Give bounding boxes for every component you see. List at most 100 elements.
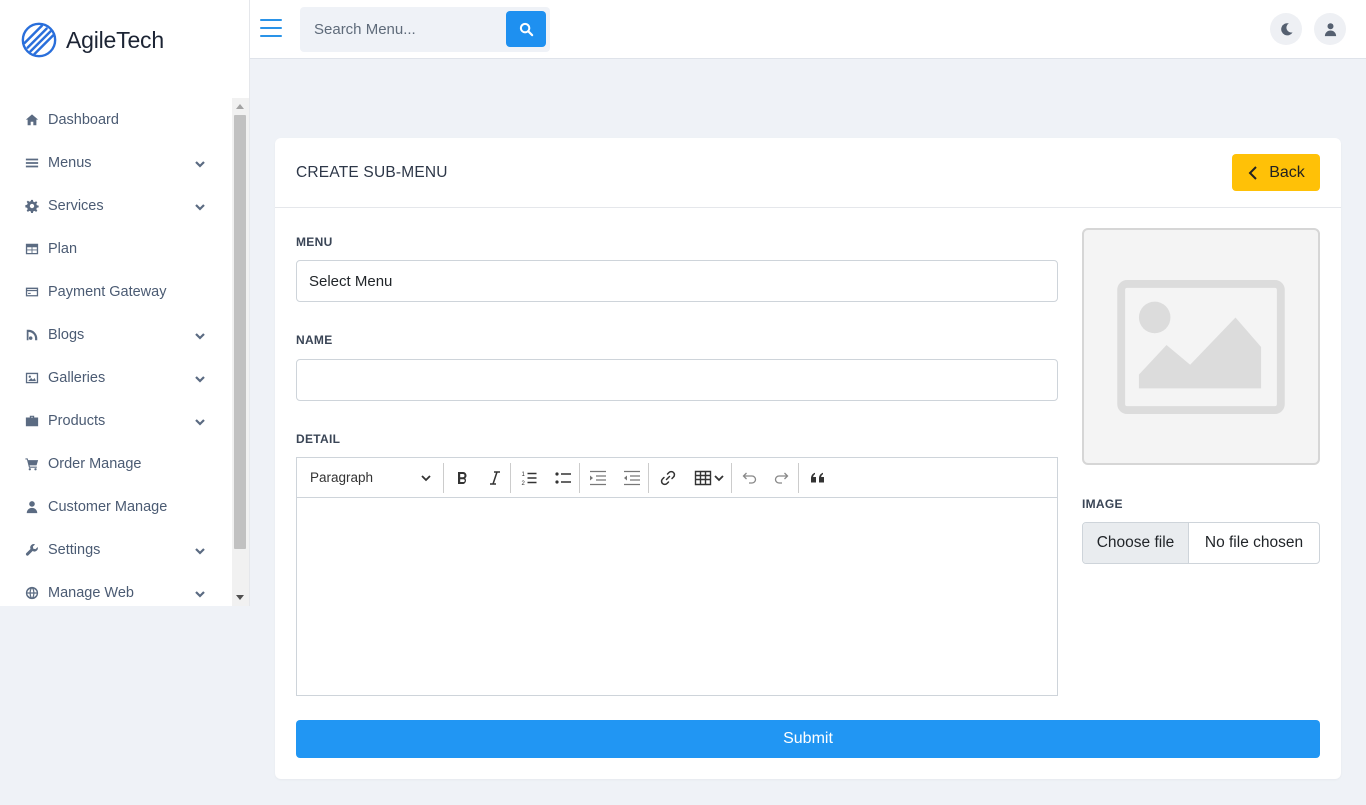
detail-label: DETAIL <box>296 432 341 446</box>
user-menu-button[interactable] <box>1314 13 1346 45</box>
sidebar-toggle-icon[interactable] <box>260 19 282 39</box>
svg-text:1: 1 <box>522 472 526 478</box>
increase-indent-button[interactable] <box>580 458 616 498</box>
cart-icon <box>24 456 40 472</box>
bold-button[interactable] <box>444 458 480 498</box>
back-button-label: Back <box>1269 163 1305 181</box>
search-icon <box>519 22 533 36</box>
sidebar-item-label: Order Manage <box>48 455 142 472</box>
sidebar-item-manage-web[interactable]: Manage Web <box>0 571 232 606</box>
sidebar-item-blogs[interactable]: Blogs <box>0 313 232 356</box>
redo-icon <box>774 472 789 484</box>
redo-button[interactable] <box>766 458 798 498</box>
sidebar-item-label: Payment Gateway <box>48 283 167 300</box>
sidebar-item-label: Galleries <box>48 369 106 386</box>
create-submenu-card: CREATE SUB-MENU Back MENU Select Menu NA… <box>275 138 1341 779</box>
search-input[interactable] <box>300 7 500 52</box>
sidebar-item-plan[interactable]: Plan <box>0 227 232 270</box>
credit-card-icon <box>24 284 40 300</box>
submit-button[interactable]: Submit <box>296 720 1320 758</box>
menu-select[interactable]: Select Menu <box>296 260 1058 302</box>
table-icon <box>694 470 712 485</box>
image-file-input[interactable]: Choose file No file chosen <box>1082 522 1320 564</box>
sidebar-item-label: Customer Manage <box>48 498 168 515</box>
brand-name: AgileTech <box>66 26 164 53</box>
sidebar-item-label: Plan <box>48 240 78 257</box>
indent-icon <box>590 470 606 485</box>
sidebar-item-customer-manage[interactable]: Customer Manage <box>0 485 232 528</box>
scroll-up-arrow-icon[interactable] <box>236 104 244 109</box>
sidebar-scroll-thumb[interactable] <box>234 115 246 549</box>
name-input[interactable] <box>296 359 1058 401</box>
paragraph-style-dropdown[interactable]: Paragraph <box>297 458 443 498</box>
search-box <box>300 7 550 52</box>
sidebar-item-galleries[interactable]: Galleries <box>0 356 232 399</box>
editor-content-area[interactable] <box>297 498 1057 695</box>
undo-icon <box>742 472 757 484</box>
chevron-down-icon <box>194 544 206 556</box>
sidebar: AgileTech Dashboard Menus Services Plan … <box>0 0 250 606</box>
outdent-icon <box>624 470 640 485</box>
sidebar-item-dashboard[interactable]: Dashboard <box>0 98 232 141</box>
blockquote-button[interactable] <box>799 458 837 498</box>
chevron-down-icon <box>194 329 206 341</box>
bold-icon <box>458 471 467 484</box>
chevron-down-icon <box>714 474 724 481</box>
brand-logo-icon <box>21 22 57 58</box>
sidebar-item-menus[interactable]: Menus <box>0 141 232 184</box>
user-icon <box>1324 22 1336 36</box>
moon-icon <box>1280 22 1293 35</box>
chevron-left-icon <box>1248 165 1257 180</box>
choose-file-button[interactable]: Choose file <box>1083 523 1189 563</box>
sidebar-item-payment-gateway[interactable]: Payment Gateway <box>0 270 232 313</box>
sidebar-item-settings[interactable]: Settings <box>0 528 232 571</box>
sidebar-item-label: Products <box>48 412 106 429</box>
image-label: IMAGE <box>1082 497 1123 511</box>
sidebar-nav: Dashboard Menus Services Plan Payment Ga… <box>0 98 232 606</box>
svg-text:2: 2 <box>522 481 526 487</box>
name-label: NAME <box>296 333 333 347</box>
numbered-list-icon: 12 <box>522 472 537 487</box>
sidebar-item-label: Services <box>48 197 104 214</box>
chevron-down-icon <box>194 587 206 599</box>
wrench-icon <box>24 542 40 558</box>
scroll-down-arrow-icon[interactable] <box>236 595 244 600</box>
sidebar-item-label: Settings <box>48 541 101 558</box>
sidebar-item-services[interactable]: Services <box>0 184 232 227</box>
chevron-down-icon <box>194 415 206 427</box>
page-title: CREATE SUB-MENU <box>296 164 448 181</box>
sidebar-scrollbar[interactable] <box>232 98 249 606</box>
sidebar-item-order-manage[interactable]: Order Manage <box>0 442 232 485</box>
search-button[interactable] <box>506 11 546 47</box>
file-status-text: No file chosen <box>1204 534 1304 551</box>
table-icon <box>24 241 40 257</box>
brand[interactable]: AgileTech <box>0 0 249 80</box>
bars-icon <box>24 155 40 171</box>
menu-label: MENU <box>296 235 333 249</box>
chevron-down-icon <box>194 157 206 169</box>
sidebar-item-label: Menus <box>48 154 92 171</box>
rich-text-editor: Paragraph 12 <box>296 457 1058 696</box>
sidebar-item-label: Blogs <box>48 326 85 343</box>
numbered-list-button[interactable]: 12 <box>511 458 547 498</box>
undo-button[interactable] <box>732 458 766 498</box>
card-header: CREATE SUB-MENU Back <box>275 138 1341 208</box>
insert-table-button[interactable] <box>687 458 731 498</box>
chevron-down-icon <box>421 474 431 481</box>
dark-mode-toggle[interactable] <box>1270 13 1302 45</box>
back-button[interactable]: Back <box>1232 154 1320 191</box>
chevron-down-icon <box>194 372 206 384</box>
sidebar-item-label: Manage Web <box>48 584 134 601</box>
italic-button[interactable] <box>480 458 510 498</box>
decrease-indent-button[interactable] <box>616 458 648 498</box>
briefcase-icon <box>24 413 40 429</box>
sidebar-item-products[interactable]: Products <box>0 399 232 442</box>
globe-icon <box>24 585 40 601</box>
cog-icon <box>24 198 40 214</box>
link-button[interactable] <box>649 458 687 498</box>
quote-icon <box>811 472 824 482</box>
menu-select-value: Select Menu <box>309 272 393 290</box>
italic-icon <box>490 470 500 485</box>
bulleted-list-button[interactable] <box>547 458 579 498</box>
sidebar-item-label: Dashboard <box>48 111 119 128</box>
